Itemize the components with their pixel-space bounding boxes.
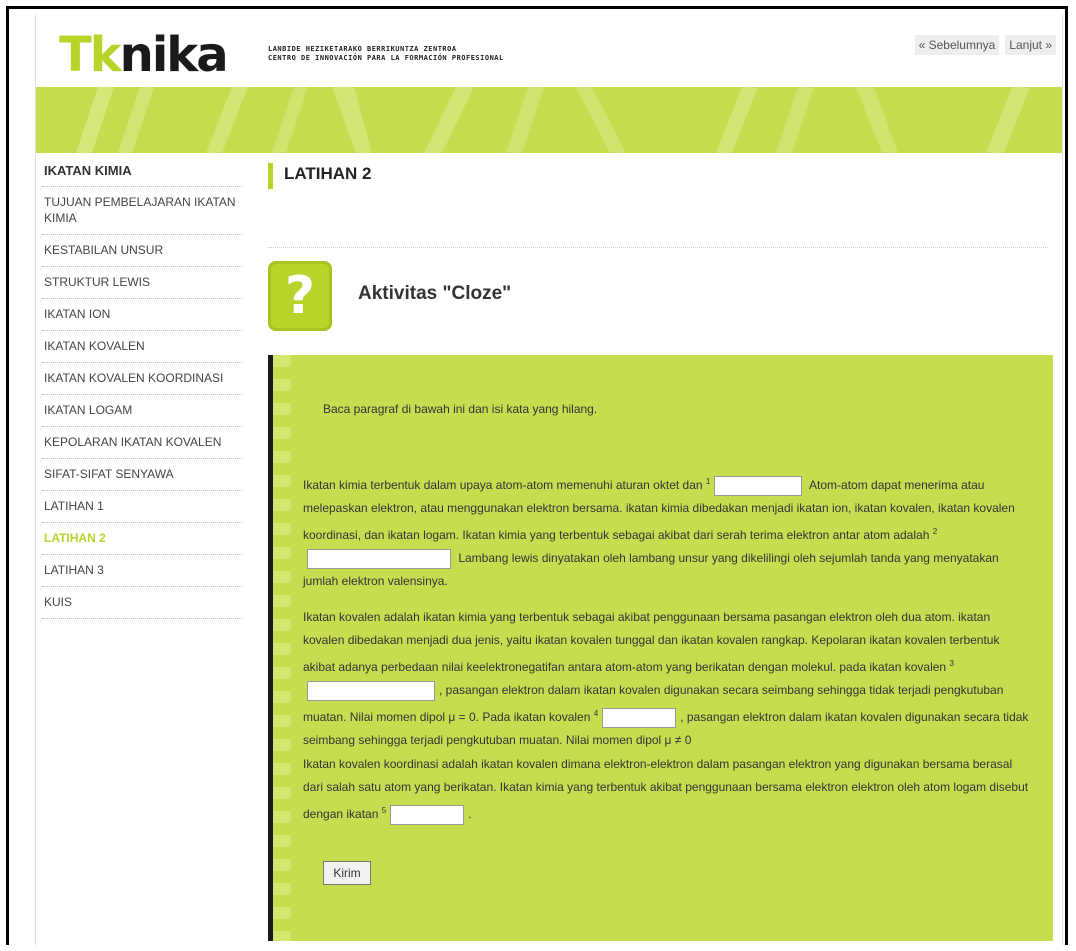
next-button[interactable]: Lanjut » <box>1005 35 1056 55</box>
sidebar-item[interactable]: LATIHAN 1 <box>42 491 242 523</box>
sidebar-item[interactable]: STRUKTUR LEWIS <box>42 267 242 299</box>
banner-pattern <box>76 87 1030 153</box>
blank-input-1[interactable] <box>714 475 803 496</box>
question-mark-icon: ? <box>268 261 332 331</box>
sidebar-item[interactable]: IKATAN KOVALEN <box>42 331 242 363</box>
instruction-text: Baca paragraf di bawah ini dan isi kata … <box>323 402 598 416</box>
sidebar-item[interactable]: KEPOLARAN IKATAN KOVALEN <box>42 427 242 459</box>
activity-header: ? Aktivitas "Cloze" <box>268 261 1048 335</box>
tagline-line1: LANBIDE HEZIKETARAKO BERRIKUNTZA ZENTROA <box>268 45 457 53</box>
sidebar-item[interactable]: TUJUAN PEMBELAJARAN IKATAN KIMIA <box>42 187 242 235</box>
tagline: LANBIDE HEZIKETARAKO BERRIKUNTZA ZENTROA… <box>268 45 504 63</box>
sidebar: IKATAN KIMIA TUJUAN PEMBELAJARAN IKATAN … <box>42 163 242 619</box>
sidebar-item[interactable]: IKATAN KOVALEN KOORDINASI <box>42 363 242 395</box>
previous-button[interactable]: « Sebelumnya <box>914 35 1000 55</box>
blank-input-4[interactable] <box>602 707 677 728</box>
blank-number: 4 <box>593 709 599 718</box>
cloze-paragraph-3: Ikatan kovalen koordinasi adalah ikatan … <box>303 753 1033 826</box>
cloze-paragraph-1: Ikatan kimia terbentuk dalam upaya atom-… <box>303 470 1033 593</box>
blank-input-3[interactable] <box>307 680 435 701</box>
sidebar-item[interactable]: LATIHAN 3 <box>42 555 242 587</box>
header: Tknika LANBIDE HEZIKETARAKO BERRIKUNTZA … <box>36 15 1062 95</box>
sidebar-item[interactable]: KUIS <box>42 587 242 619</box>
cloze-paragraph-2: Ikatan kovalen adalah ikatan kimia yang … <box>303 606 1033 752</box>
blank-number: 3 <box>949 659 954 668</box>
page-title: LATIHAN 2 <box>268 163 1048 189</box>
logo-part1: Tk <box>59 27 122 83</box>
sidebar-item[interactable]: IKATAN LOGAM <box>42 395 242 427</box>
tagline-line2: CENTRO DE INNOVACIÓN PARA LA FORMACIÓN P… <box>268 54 504 62</box>
sidebar-item[interactable]: KESTABILAN UNSUR <box>42 235 242 267</box>
paragraph-text: Ikatan kimia terbentuk dalam upaya atom-… <box>303 478 706 492</box>
tknika-logo[interactable]: Tknika <box>59 27 229 83</box>
page: Tknika LANBIDE HEZIKETARAKO BERRIKUNTZA … <box>35 15 1063 945</box>
top-navigation: « Sebelumnya Lanjut » <box>914 35 1056 55</box>
sidebar-item[interactable]: LATIHAN 2 <box>42 523 242 555</box>
blank-input-5[interactable] <box>390 804 465 825</box>
submit-button[interactable]: Kirim <box>323 861 371 885</box>
box-stripe <box>273 355 291 941</box>
blank-number: 5 <box>381 806 387 815</box>
header-banner <box>36 87 1062 153</box>
cloze-activity-box: Baca paragraf di bawah ini dan isi kata … <box>268 355 1053 941</box>
blank-input-2[interactable] <box>307 548 451 569</box>
logo-part2: nika <box>119 27 229 83</box>
sidebar-item[interactable]: SIFAT-SIFAT SENYAWA <box>42 459 242 491</box>
sidebar-item[interactable]: IKATAN ION <box>42 299 242 331</box>
paragraph-text: Ikatan kovalen adalah ikatan kimia yang … <box>303 610 1000 674</box>
blank-number: 1 <box>705 477 711 486</box>
sidebar-title: IKATAN KIMIA <box>42 163 242 187</box>
window-frame: Tknika LANBIDE HEZIKETARAKO BERRIKUNTZA … <box>6 6 1068 945</box>
divider <box>268 247 1048 248</box>
paragraph-text: . <box>468 807 472 821</box>
sidebar-list: TUJUAN PEMBELAJARAN IKATAN KIMIA KESTABIL… <box>42 187 242 619</box>
blank-number: 2 <box>932 527 938 536</box>
activity-title: Aktivitas "Cloze" <box>358 283 512 304</box>
main-content: LATIHAN 2 ? Aktivitas "Cloze" Baca parag… <box>268 163 1053 941</box>
